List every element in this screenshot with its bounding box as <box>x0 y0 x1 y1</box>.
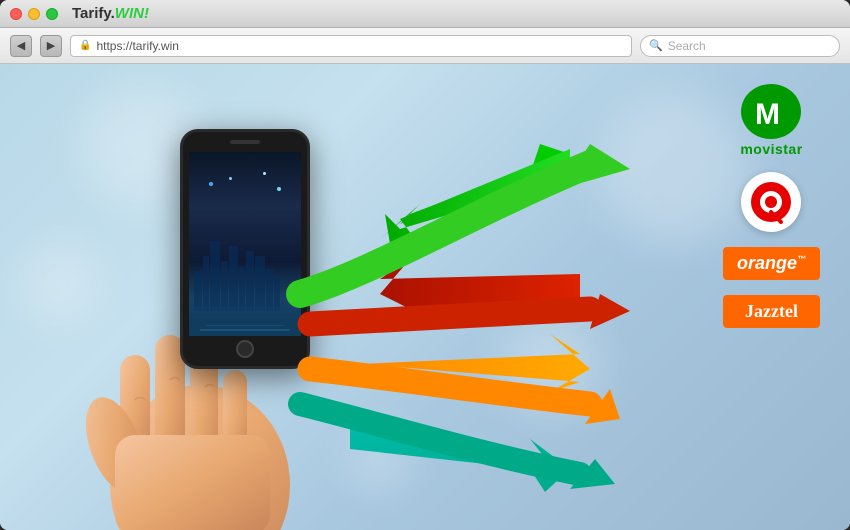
main-content: M movistar <box>0 64 850 530</box>
arrow-green-top-main <box>300 144 630 294</box>
browser-window: Tarify.WIN! ◀ ▶ 🔒 https://tarify.win 🔍 S… <box>0 0 850 530</box>
brand-movistar: M movistar <box>723 84 820 157</box>
search-bar[interactable]: 🔍 Search <box>640 35 840 57</box>
brand-orange: orange™ <box>723 247 820 280</box>
brand-jazztel: Jazztel <box>723 295 820 328</box>
vodafone-logo <box>741 172 801 232</box>
close-button[interactable] <box>10 8 22 20</box>
lock-icon: 🔒 <box>79 40 91 51</box>
forward-button[interactable]: ▶ <box>40 35 62 57</box>
orange-label: orange™ <box>737 253 806 274</box>
brand-vodafone <box>723 172 820 232</box>
arrow-red-main <box>310 294 630 329</box>
back-button[interactable]: ◀ <box>10 35 32 57</box>
vodafone-svg <box>749 180 793 224</box>
title-prefix: Tarify. <box>72 5 115 22</box>
address-bar[interactable]: 🔒 https://tarify.win <box>70 35 632 57</box>
svg-text:M: M <box>755 98 780 131</box>
address-text: https://tarify.win <box>96 39 178 53</box>
browser-toolbar: ◀ ▶ 🔒 https://tarify.win 🔍 Search <box>0 28 850 64</box>
title-bar: Tarify.WIN! <box>0 0 850 28</box>
window-title: Tarify.WIN! <box>72 5 149 22</box>
arrow-teal-main <box>300 404 615 489</box>
maximize-button[interactable] <box>46 8 58 20</box>
title-win: WIN! <box>115 5 149 22</box>
brands-panel: M movistar <box>723 84 820 328</box>
movistar-label: movistar <box>740 141 802 157</box>
arrows-main-svg <box>170 114 700 530</box>
jazztel-label: Jazztel <box>745 301 798 322</box>
movistar-logo: M <box>741 84 801 139</box>
minimize-button[interactable] <box>28 8 40 20</box>
search-icon: 🔍 <box>649 39 663 52</box>
movistar-icon: M <box>751 92 791 132</box>
vodafone-icon <box>749 180 793 224</box>
search-placeholder: Search <box>668 39 706 53</box>
